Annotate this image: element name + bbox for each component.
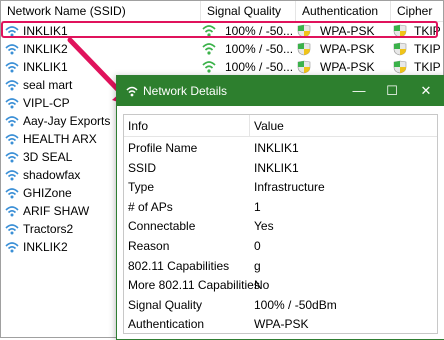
details-value: WPA-PSK — [254, 317, 309, 332]
details-key: Reason — [128, 239, 170, 253]
close-button[interactable]: ✕ — [409, 76, 443, 106]
details-row[interactable]: 802.11 Capabilities g — [124, 257, 437, 276]
details-value: INKLIK1 — [254, 141, 299, 155]
details-value: g — [254, 258, 261, 273]
details-row[interactable]: # of APs 1 — [124, 198, 437, 217]
details-value: No — [254, 278, 270, 293]
details-table[interactable]: Info Value Profile Name INKLIK1 SSID INKLIK… — [123, 114, 438, 334]
details-row[interactable]: SSID INKLIK1 — [124, 159, 437, 178]
details-key: # of APs — [128, 199, 173, 214]
dialog-title: Network Details — [143, 84, 228, 98]
details-value: 0 — [254, 239, 261, 253]
details-row[interactable]: Profile Name INKLIK1 — [124, 139, 437, 158]
dialog-titlebar[interactable]: Network Details — ☐ ✕ — [117, 76, 444, 106]
details-key: Signal Quality — [128, 297, 203, 312]
minimize-button[interactable]: — — [342, 76, 376, 106]
details-row[interactable]: Type Infrastructure — [124, 178, 437, 197]
details-row[interactable]: More 802.11 Capabilities No — [124, 276, 437, 295]
details-row[interactable]: Reason 0 — [124, 237, 437, 256]
details-value: 100% / -50dBm — [254, 297, 337, 312]
details-value: Yes — [254, 219, 274, 234]
network-details-dialog: Network Details — ☐ ✕ Info Value Profile… — [116, 75, 444, 340]
details-row[interactable]: Signal Quality 100% / -50dBm — [124, 296, 437, 315]
details-key: More 802.11 Capabilities — [128, 278, 260, 293]
maximize-button[interactable]: ☐ — [375, 76, 409, 106]
details-key: Connectable — [128, 219, 196, 234]
wifi-icon — [125, 84, 139, 98]
details-key: Profile Name — [128, 141, 198, 155]
details-row[interactable]: Connectable Yes — [124, 217, 437, 236]
details-header-info[interactable]: Info — [124, 115, 250, 137]
details-key: Type — [128, 180, 155, 195]
details-value: Infrastructure — [254, 180, 325, 195]
details-key: SSID — [128, 160, 157, 175]
details-key: 802.11 Capabilities — [128, 258, 230, 273]
details-value: 1 — [254, 199, 261, 214]
details-row[interactable]: Authentication WPA-PSK — [124, 315, 437, 333]
details-value: INKLIK1 — [254, 160, 299, 175]
details-key: Authentication — [128, 317, 205, 332]
details-header-value[interactable]: Value — [250, 115, 437, 137]
